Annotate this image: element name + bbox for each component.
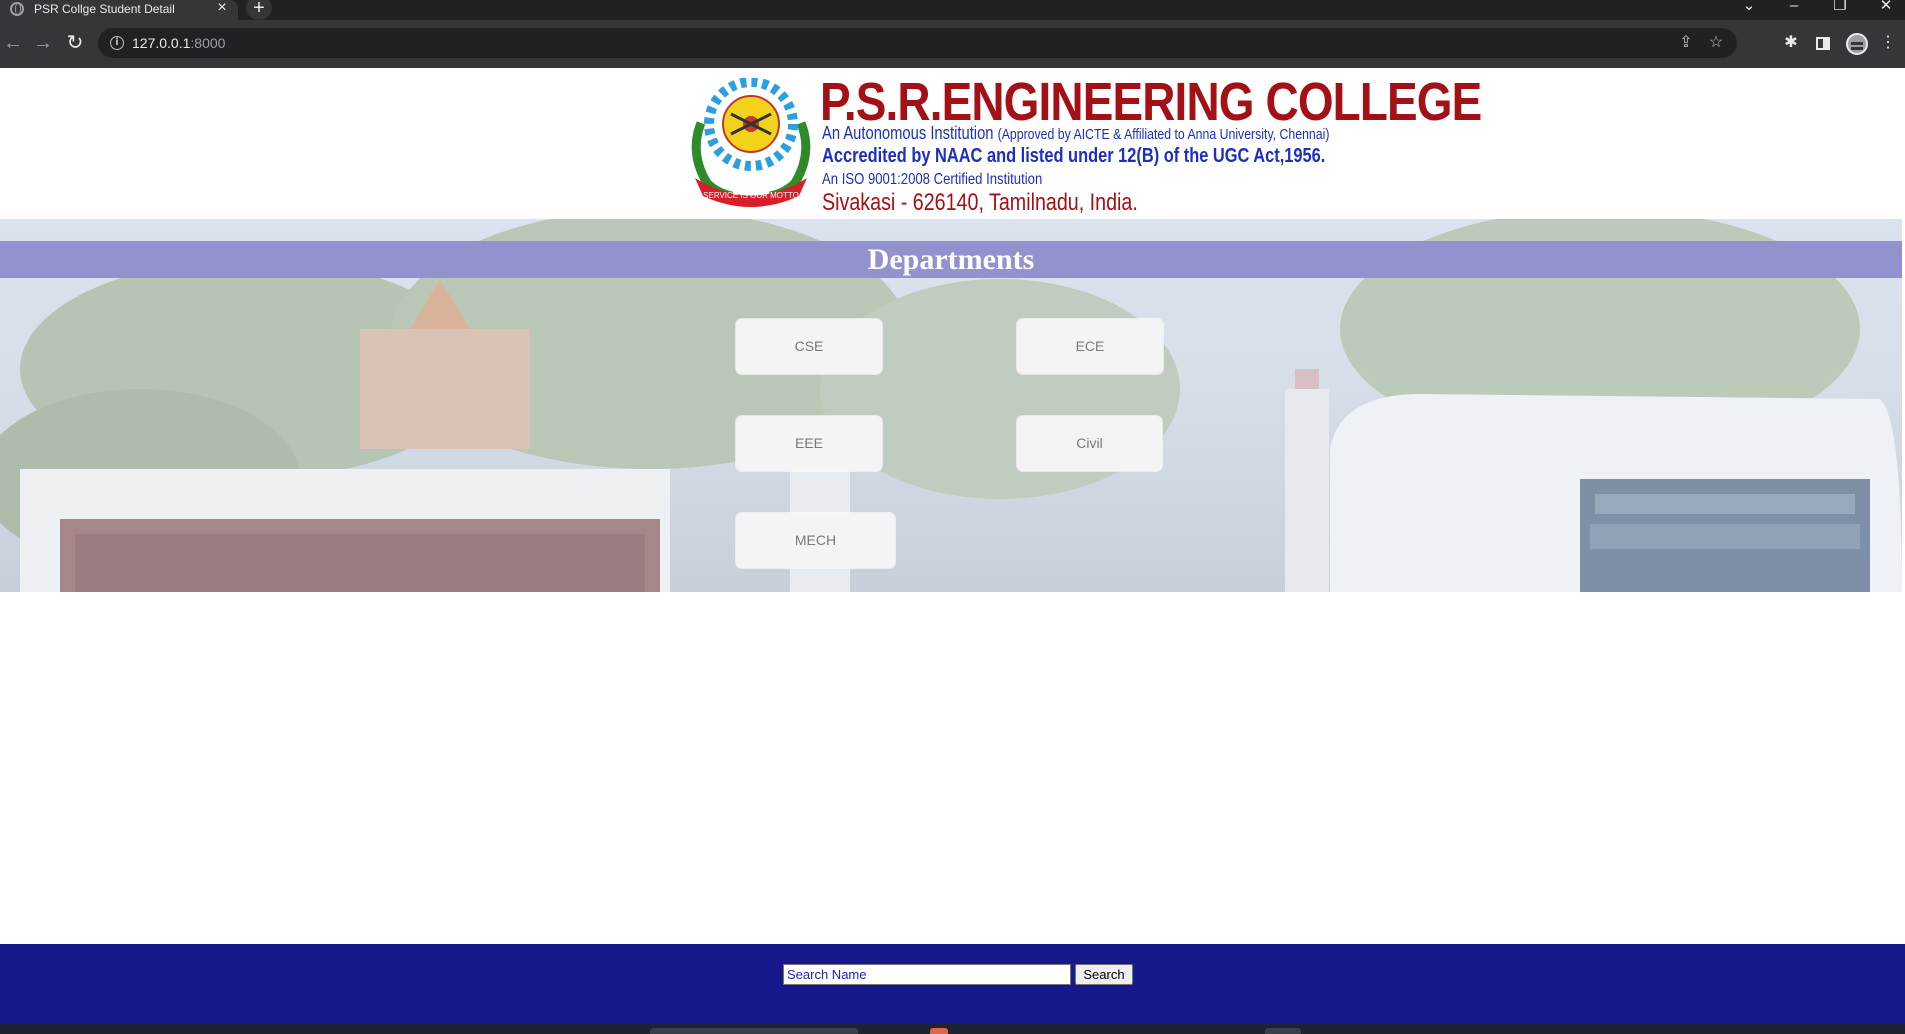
restore-icon[interactable]: ❐ bbox=[1826, 0, 1854, 16]
url-text[interactable]: 127.0.0.1:8000 bbox=[132, 35, 225, 51]
forward-icon[interactable]: → bbox=[30, 30, 56, 56]
window-close-icon[interactable]: ✕ bbox=[1872, 0, 1900, 16]
tab-title: PSR Collge Student Detail bbox=[34, 2, 175, 16]
emblem-motto: SERVICE IS OUR MOTTO bbox=[703, 191, 799, 200]
share-icon[interactable]: ⇪ bbox=[1676, 33, 1696, 53]
minimize-icon[interactable]: – bbox=[1780, 0, 1808, 16]
college-location: Sivakasi - 626140, Tamilnadu, India. bbox=[822, 189, 1138, 216]
dept-button-civil[interactable]: Civil bbox=[1017, 416, 1162, 471]
college-header: SERVICE IS OUR MOTTO P.S.R.ENGINEERING C… bbox=[0, 68, 1905, 219]
page-content: SERVICE IS OUR MOTTO P.S.R.ENGINEERING C… bbox=[0, 68, 1905, 1023]
profile-icon[interactable] bbox=[1846, 33, 1868, 55]
address-bar[interactable]: i 127.0.0.1:8000 ⇪ ☆ bbox=[98, 28, 1737, 58]
taskbar-app-icon[interactable] bbox=[930, 1028, 948, 1034]
departments-header-bar: Departments bbox=[0, 241, 1902, 278]
search-button[interactable]: Search bbox=[1075, 964, 1133, 985]
footer-search-bar: Search bbox=[0, 944, 1905, 1023]
taskbar-item[interactable] bbox=[650, 1028, 858, 1034]
side-panel-icon[interactable] bbox=[1816, 37, 1830, 50]
chevron-down-icon[interactable]: ⌄ bbox=[1735, 0, 1763, 16]
browser-tab-strip: PSR Collge Student Detail × + ⌄ – ❐ ✕ bbox=[0, 0, 1905, 20]
reload-icon[interactable]: ↻ bbox=[62, 30, 88, 56]
browser-toolbar: ← → ↻ i 127.0.0.1:8000 ⇪ ☆ ✱ ⋮ bbox=[0, 20, 1905, 68]
url-port: :8000 bbox=[190, 35, 226, 51]
college-emblem-icon: SERVICE IS OUR MOTTO bbox=[691, 78, 811, 207]
departments-title: Departments bbox=[867, 243, 1035, 276]
college-autonomous-line: An Autonomous Institution (Approved by A… bbox=[822, 123, 1329, 144]
star-icon[interactable]: ☆ bbox=[1706, 33, 1726, 53]
globe-icon bbox=[10, 2, 24, 16]
dept-button-cse[interactable]: CSE bbox=[736, 319, 882, 374]
url-host: 127.0.0.1 bbox=[132, 35, 191, 51]
info-icon[interactable]: i bbox=[110, 36, 124, 50]
menu-icon[interactable]: ⋮ bbox=[1875, 30, 1901, 56]
dept-button-mech[interactable]: MECH bbox=[736, 513, 895, 568]
extensions-icon[interactable]: ✱ bbox=[1778, 30, 1804, 56]
search-name-input[interactable] bbox=[783, 964, 1071, 985]
back-icon[interactable]: ← bbox=[0, 30, 26, 56]
campus-background: Departments CSE ECE EEE Civil MECH bbox=[0, 219, 1902, 592]
autonomous-text: An Autonomous Institution bbox=[822, 123, 994, 143]
os-taskbar bbox=[0, 1023, 1905, 1034]
plus-icon[interactable]: + bbox=[246, 0, 272, 20]
approved-text: (Approved by AICTE & Affiliated to Anna … bbox=[997, 126, 1330, 143]
dept-button-ece[interactable]: ECE bbox=[1017, 319, 1163, 374]
close-icon[interactable]: × bbox=[214, 0, 230, 17]
dept-button-eee[interactable]: EEE bbox=[736, 416, 882, 471]
browser-tab[interactable]: PSR Collge Student Detail × bbox=[0, 0, 238, 20]
college-naac-line: Accredited by NAAC and listed under 12(B… bbox=[822, 145, 1326, 167]
college-iso-line: An ISO 9001:2008 Certified Institution bbox=[822, 171, 1043, 188]
taskbar-item[interactable] bbox=[1265, 1028, 1301, 1034]
